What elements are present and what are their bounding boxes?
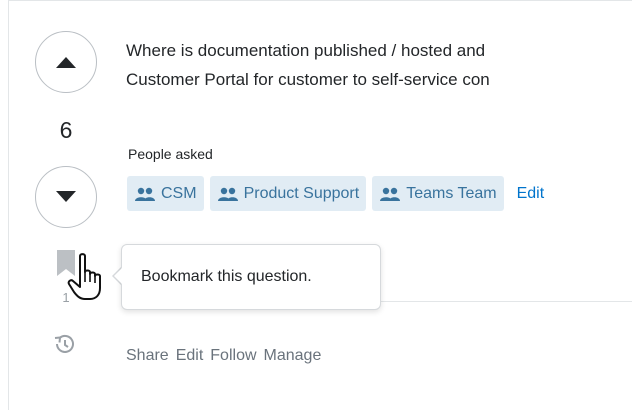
tooltip-arrow-fill xyxy=(114,267,123,285)
tag-label: CSM xyxy=(161,184,197,202)
tag-product-support[interactable]: Product Support xyxy=(209,176,367,211)
follow-link[interactable]: Follow xyxy=(210,347,256,365)
users-icon xyxy=(135,187,155,201)
triangle-up-icon xyxy=(56,57,76,68)
edit-people-link[interactable]: Edit xyxy=(517,185,545,203)
history-icon[interactable] xyxy=(52,332,76,356)
post-actions: Share Edit Follow Manage xyxy=(126,347,321,365)
share-link[interactable]: Share xyxy=(126,347,169,365)
tag-label: Product Support xyxy=(243,184,360,202)
hand-pointer-icon xyxy=(67,253,101,300)
people-asked-label: People asked xyxy=(128,146,213,162)
edit-link[interactable]: Edit xyxy=(176,347,204,365)
people-tags: CSM Product Support Teams Team Edit xyxy=(127,176,544,211)
tag-csm[interactable]: CSM xyxy=(127,176,204,211)
tag-label: Teams Team xyxy=(406,184,497,202)
vote-count: 6 xyxy=(59,117,73,143)
triangle-down-icon xyxy=(56,191,76,202)
question-line-1: Where is documentation published / hoste… xyxy=(126,41,486,60)
manage-link[interactable]: Manage xyxy=(264,347,322,365)
question-body: Where is documentation published / hoste… xyxy=(126,36,632,94)
upvote-button[interactable] xyxy=(35,31,97,93)
question-line-2: Customer Portal for customer to self-ser… xyxy=(126,70,490,89)
tag-teams-team[interactable]: Teams Team xyxy=(372,176,504,211)
users-icon xyxy=(217,187,238,201)
users-icon xyxy=(380,187,401,201)
downvote-button[interactable] xyxy=(35,166,97,228)
bookmark-tooltip: Bookmark this question. xyxy=(121,244,381,310)
